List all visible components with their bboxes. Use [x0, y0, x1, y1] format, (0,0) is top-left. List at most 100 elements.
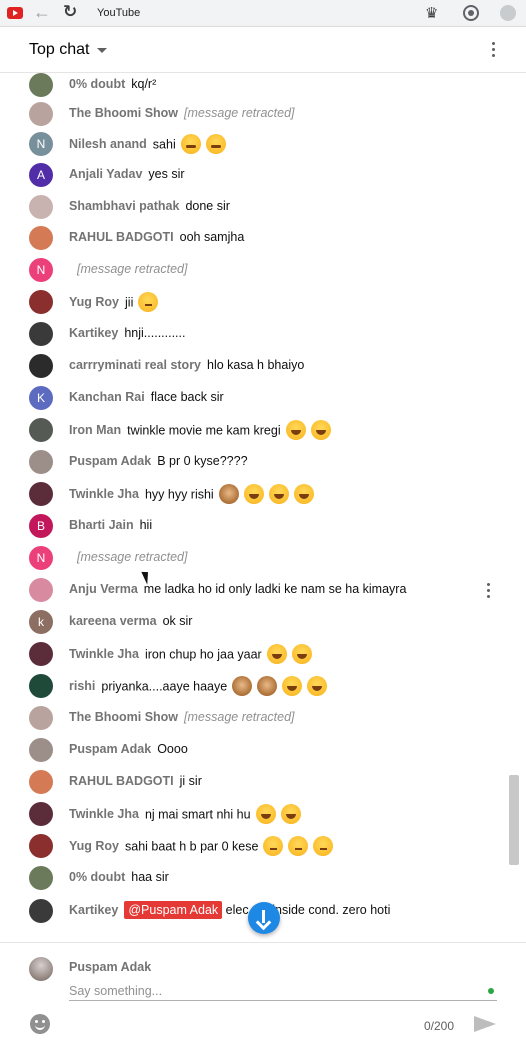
message-author[interactable]: 0% doubt	[69, 870, 125, 884]
message-content: [message retracted]	[69, 261, 187, 278]
reload-icon[interactable]: ↻	[63, 1, 77, 23]
chat-message-row[interactable]: RAHUL BADGOTI ooh samjha	[0, 226, 508, 256]
message-text: iron chup ho jaa yaar	[144, 647, 262, 662]
chat-message-row[interactable]: Twinkle Jha hyy hyy rishi	[0, 482, 508, 512]
avatar: N	[29, 546, 53, 570]
character-count: 0/200	[424, 1019, 455, 1033]
chat-message-row[interactable]: 0% doubt kq/r²	[0, 73, 508, 103]
back-arrow-icon[interactable]: ←	[33, 2, 51, 22]
message-author[interactable]: Bharti Jain	[69, 518, 134, 532]
chat-message-row[interactable]: carrryminati real story hlo kasa h bhaiyo	[0, 354, 508, 384]
avatar	[29, 770, 53, 794]
pin-icon[interactable]	[463, 5, 479, 21]
hug-emoji-icon	[180, 134, 201, 154]
message-text: priyanka....aaye haaye	[101, 679, 228, 694]
chat-message-row[interactable]: The Bhoomi Show [message retracted]	[0, 102, 508, 132]
message-text: jii	[125, 295, 134, 310]
message-author[interactable]: Twinkle Jha	[69, 647, 139, 661]
chat-message-row[interactable]: Puspam Adak B pr 0 kyse????	[0, 450, 508, 480]
message-author[interactable]: Puspam Adak	[69, 454, 151, 468]
message-menu-icon[interactable]	[485, 583, 491, 601]
laugh-emoji-icon	[307, 676, 328, 696]
message-author[interactable]: Shambhavi pathak	[69, 199, 179, 213]
message-author[interactable]: RAHUL BADGOTI	[69, 774, 174, 788]
chat-message-list[interactable]: 0% doubt kq/r² The Bhoomi Show [message ret…	[0, 73, 526, 942]
retracted-label: [message retracted]	[77, 550, 188, 564]
message-author[interactable]: carrryminati real story	[69, 358, 201, 372]
emoji-picker-icon[interactable]	[30, 1014, 50, 1034]
message-content: carrryminati real story hlo kasa h bhaiyo	[69, 357, 304, 374]
profile-icon[interactable]	[500, 5, 516, 21]
laugh-emoji-icon	[293, 484, 314, 504]
chat-message-row[interactable]: N [message retracted]	[0, 258, 508, 288]
chat-message-row[interactable]: RAHUL BADGOTI ji sir	[0, 770, 508, 800]
message-content: 0% doubt haa sir	[69, 869, 169, 886]
browser-title-bar: ← ↻ YouTube ♛	[0, 0, 526, 27]
extensions-icon[interactable]: ♛	[425, 4, 438, 22]
message-author[interactable]: The Bhoomi Show	[69, 710, 178, 724]
think-emoji-icon	[263, 836, 284, 856]
message-content: Kanchan Rai flace back sir	[69, 389, 224, 406]
mention-badge: @Puspam Adak	[124, 901, 223, 919]
message-content: Iron Man twinkle movie me kam kregi	[69, 420, 331, 441]
chat-message-row[interactable]: Shambhavi pathak done sir	[0, 195, 508, 225]
scrollbar-thumb[interactable]	[509, 775, 519, 865]
more-options-icon[interactable]	[489, 42, 497, 60]
chat-message-row[interactable]: Yug Roy jii	[0, 290, 508, 320]
message-author[interactable]: Kanchan Rai	[69, 390, 145, 404]
message-author[interactable]: Anju Verma	[69, 582, 138, 596]
message-author[interactable]: rishi	[69, 679, 95, 693]
avatar	[29, 957, 53, 981]
message-author[interactable]: Twinkle Jha	[69, 807, 139, 821]
send-icon[interactable]	[474, 1016, 496, 1032]
message-author[interactable]: Nilesh anand	[69, 137, 147, 151]
chevron-down-icon[interactable]	[97, 48, 107, 53]
message-content: Kartikey hnji............	[69, 325, 185, 342]
chat-message-row[interactable]: rishi priyanka....aaye haaye	[0, 674, 508, 704]
chat-mode-title[interactable]: Top chat	[29, 41, 89, 59]
chat-message-row[interactable]: Yug Roy sahi baat h b par 0 kese	[0, 834, 508, 864]
message-content: Twinkle Jha nj mai smart nhi hu	[69, 804, 301, 825]
message-author[interactable]: Twinkle Jha	[69, 487, 139, 501]
message-author[interactable]: 0% doubt	[69, 77, 125, 91]
message-author[interactable]: Puspam Adak	[69, 742, 151, 756]
chat-message-row[interactable]: Kartikey hnji............	[0, 322, 508, 352]
chat-message-row[interactable]: Anju Verma me ladka ho id only ladki ke n…	[0, 578, 508, 608]
message-author[interactable]: Iron Man	[69, 423, 121, 437]
avatar: N	[29, 132, 53, 156]
chat-message-row[interactable]: Iron Man twinkle movie me kam kregi	[0, 418, 508, 448]
chat-message-input[interactable]	[69, 981, 497, 1001]
monkey-emoji-icon	[218, 484, 239, 504]
message-author[interactable]: Anjali Yadav	[69, 167, 142, 181]
message-author[interactable]: The Bhoomi Show	[69, 106, 178, 120]
chat-message-row[interactable]: B Bharti Jain hii	[0, 514, 508, 544]
chat-message-row[interactable]: N [message retracted]	[0, 546, 508, 576]
laugh-emoji-icon	[291, 644, 312, 664]
chat-message-row[interactable]: Twinkle Jha iron chup ho jaa yaar	[0, 642, 508, 672]
message-author[interactable]: kareena verma	[69, 614, 157, 628]
message-author[interactable]: Yug Roy	[69, 295, 119, 309]
chat-message-row[interactable]: K Kanchan Rai flace back sir	[0, 386, 508, 416]
message-author[interactable]: Yug Roy	[69, 839, 119, 853]
think-emoji-icon	[288, 836, 309, 856]
chat-message-row[interactable]: The Bhoomi Show [message retracted]	[0, 706, 508, 736]
chat-message-row[interactable]: Twinkle Jha nj mai smart nhi hu	[0, 802, 508, 832]
avatar: k	[29, 610, 53, 634]
chat-message-row[interactable]: Puspam Adak Oooo	[0, 738, 508, 768]
chat-message-row[interactable]: N Nilesh anand sahi	[0, 132, 508, 162]
message-author[interactable]: Kartikey	[69, 326, 118, 340]
scroll-to-bottom-button[interactable]	[248, 902, 280, 934]
avatar	[29, 802, 53, 826]
youtube-icon	[7, 7, 23, 19]
message-author[interactable]: RAHUL BADGOTI	[69, 230, 174, 244]
avatar	[29, 738, 53, 762]
message-content: Anju Verma me ladka ho id only ladki ke n…	[69, 581, 406, 598]
avatar	[29, 642, 53, 666]
chat-message-row[interactable]: 0% doubt haa sir	[0, 866, 508, 896]
laugh-emoji-icon	[266, 644, 287, 664]
avatar	[29, 102, 53, 126]
chat-message-row[interactable]: k kareena verma ok sir	[0, 610, 508, 640]
message-author[interactable]: Kartikey	[69, 903, 118, 917]
chat-message-row[interactable]: A Anjali Yadav yes sir	[0, 163, 508, 193]
retracted-label: [message retracted]	[184, 106, 295, 120]
